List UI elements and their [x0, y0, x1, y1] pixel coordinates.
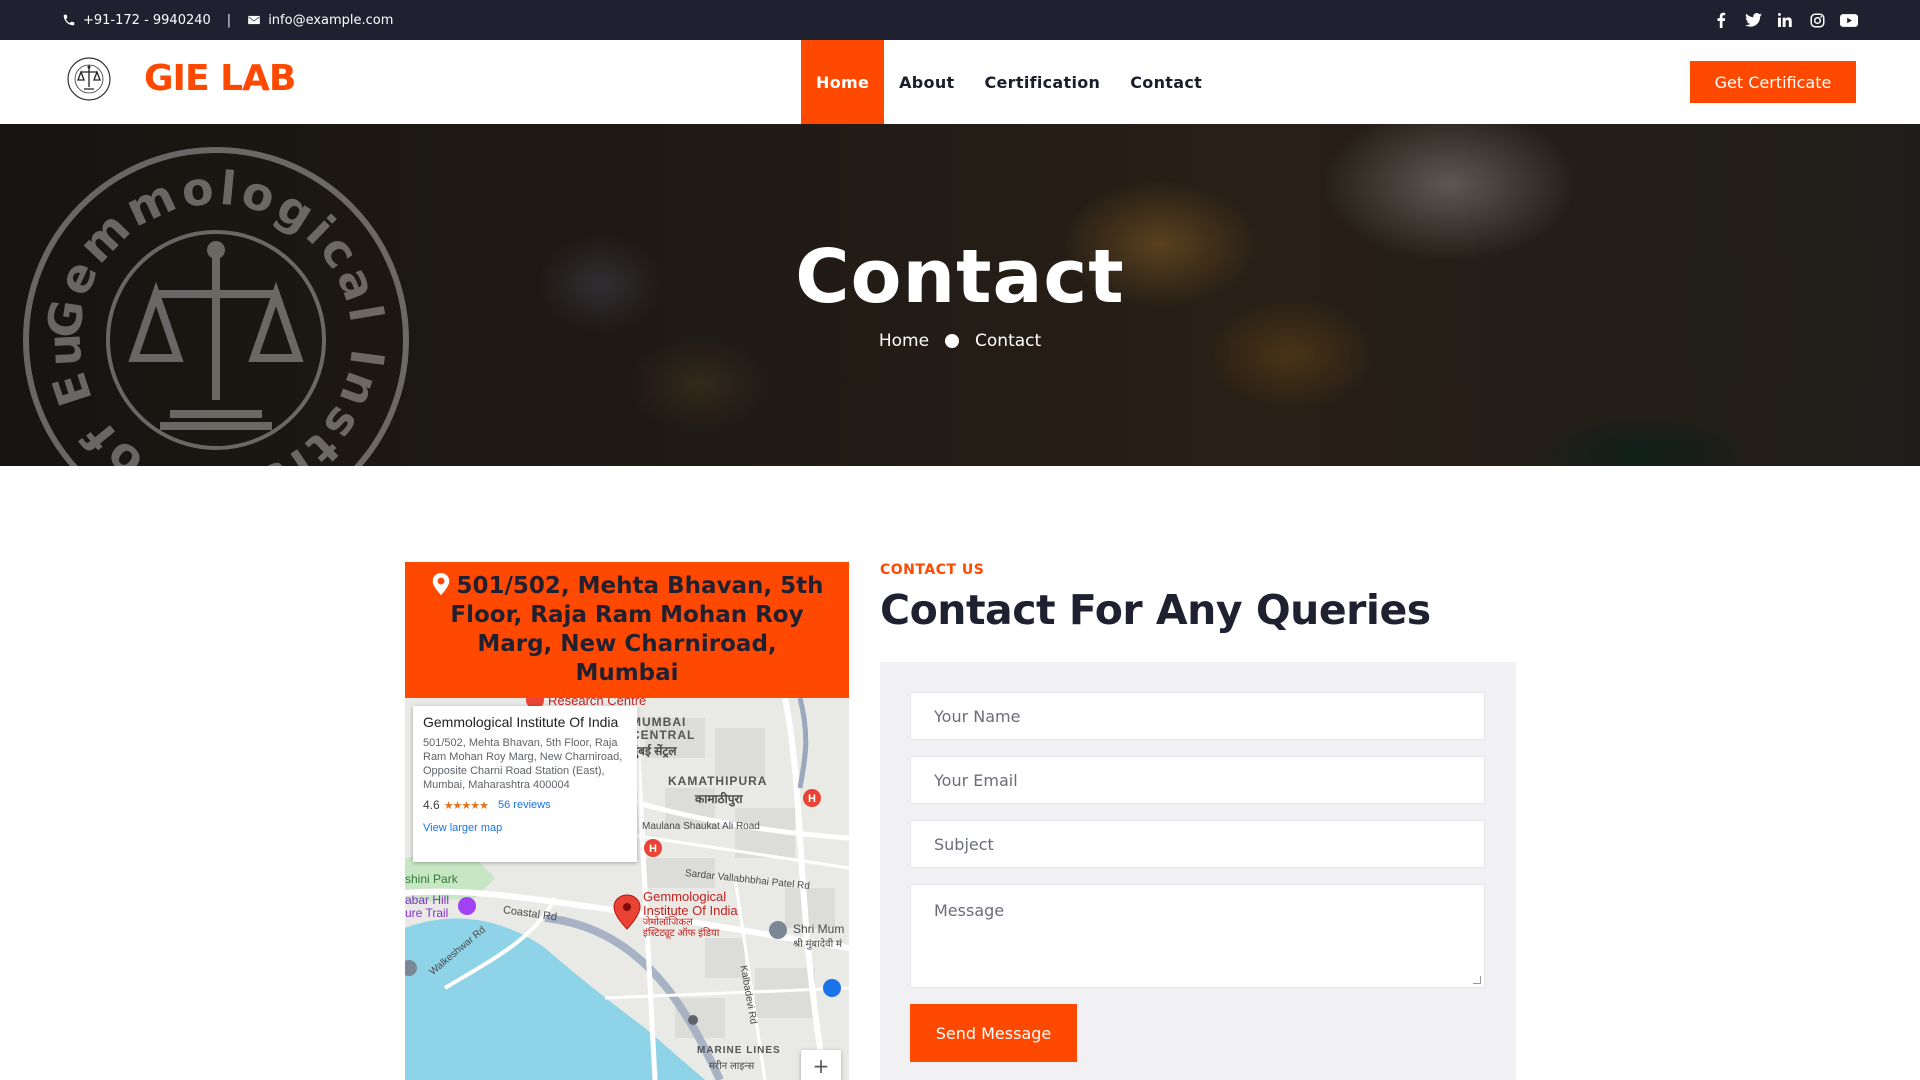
map-rating-value: 4.6 [423, 798, 440, 812]
map-label-shri: Shri Mum [793, 922, 845, 936]
message-placeholder: Message [934, 901, 1005, 920]
topbar-contact: +91-172 - 9940240 | info@example.com [62, 0, 393, 40]
nav-item-about[interactable]: About [884, 40, 969, 124]
page-hero: Gemmological Institute of Europe Contact… [0, 124, 1920, 466]
svg-text:H: H [649, 843, 657, 855]
linkedin-icon[interactable] [1776, 11, 1794, 29]
name-input[interactable]: Your Name [910, 692, 1485, 740]
phone-icon [63, 14, 75, 26]
breadcrumb-current: Contact [975, 331, 1042, 351]
topbar-separator: | [226, 12, 232, 28]
map-label-marine: MARINE LINES [697, 1045, 781, 1056]
contact-form: Your Name Your Email Subject Message Sen… [880, 662, 1516, 1080]
email-address[interactable]: info@example.com [268, 13, 393, 28]
envelope-icon [248, 15, 261, 25]
breadcrumb-home[interactable]: Home [879, 331, 929, 351]
location-pin-icon [432, 573, 449, 595]
address-text: 501/502, Mehta Bhavan, 5th Floor, Raja R… [450, 573, 824, 686]
view-larger-map-link[interactable]: View larger map [423, 822, 627, 834]
map-place-name: Gemmological Institute Of India [423, 714, 619, 730]
map-label-mumbai-central: MUMBAI CENTRAL [631, 715, 696, 742]
map-reviews-link[interactable]: 56 reviews [498, 799, 551, 811]
resize-handle-icon[interactable] [1473, 976, 1481, 984]
map-label-pin[interactable]: Gemmological Institute Of India [643, 890, 738, 918]
social-links [1712, 0, 1858, 40]
send-message-button[interactable]: Send Message [910, 1004, 1077, 1062]
map-label-marine-dev: मरीन लाइन्स [709, 1061, 755, 1072]
address-card: 501/502, Mehta Bhavan, 5th Floor, Raja R… [405, 562, 849, 698]
breadcrumb-separator [945, 334, 960, 348]
map-label-kamathipura: KAMATHIPURA [668, 774, 768, 788]
message-textarea[interactable]: Message [910, 884, 1485, 988]
map-label-park: shini Park [405, 872, 458, 886]
breadcrumb: Home Contact [0, 331, 1920, 351]
email-input[interactable]: Your Email [910, 756, 1485, 804]
map-place-card: Gemmological Institute Of India 501/502,… [413, 706, 637, 862]
nav-item-contact[interactable]: Contact [1115, 40, 1217, 124]
map-label-kamathipura-dev: कामाठीपुरा [695, 792, 743, 806]
logo-seal-icon[interactable] [66, 56, 112, 102]
top-bar: +91-172 - 9940240 | info@example.com [0, 0, 1920, 40]
main-navbar: GIE LAB Home About Certification Contact… [0, 40, 1920, 124]
get-certificate-button[interactable]: Get Certificate [1690, 61, 1856, 103]
zoom-in-button[interactable]: + [801, 1050, 841, 1080]
subject-input[interactable]: Subject [910, 820, 1485, 868]
map-place-address: 501/502, Mehta Bhavan, 5th Floor, Raja R… [423, 737, 623, 791]
map-label-maulana: Maulana Shaukat Ali Road [642, 821, 760, 832]
section-heading: Contact For Any Queries [880, 586, 1431, 634]
map-label-pin-dev: जेमोलॉजिकल इंस्टिट्यूट ऑफ इंडिया [643, 917, 720, 939]
twitter-icon[interactable] [1744, 11, 1762, 29]
youtube-icon[interactable] [1840, 11, 1858, 29]
nav-menu: Home About Certification Contact [801, 40, 1217, 124]
page-title: Contact [795, 234, 1125, 320]
section-eyebrow: CONTACT US [880, 562, 985, 578]
google-map-embed[interactable]: H H Research Centre MUMBAI CENTRAL मुंबई… [405, 698, 849, 1080]
map-label-shri-dev: श्री मुंबादेवी मं [793, 939, 842, 950]
brand-name[interactable]: GIE LAB [144, 58, 296, 99]
nav-item-home[interactable]: Home [801, 40, 885, 124]
facebook-icon[interactable] [1712, 11, 1730, 29]
svg-text:H: H [808, 793, 816, 805]
map-rating: 4.6 ★★★★★ 56 reviews [423, 798, 627, 812]
rating-stars-icon: ★★★★★ [443, 799, 489, 812]
nav-item-certification[interactable]: Certification [969, 40, 1115, 124]
map-label-hill: abar Hill ure Trail [405, 893, 450, 920]
instagram-icon[interactable] [1808, 11, 1826, 29]
phone-number[interactable]: +91-172 - 9940240 [83, 13, 211, 28]
map-label-mumbai-central-dev: मुंबई सेंट्रल [631, 744, 677, 758]
